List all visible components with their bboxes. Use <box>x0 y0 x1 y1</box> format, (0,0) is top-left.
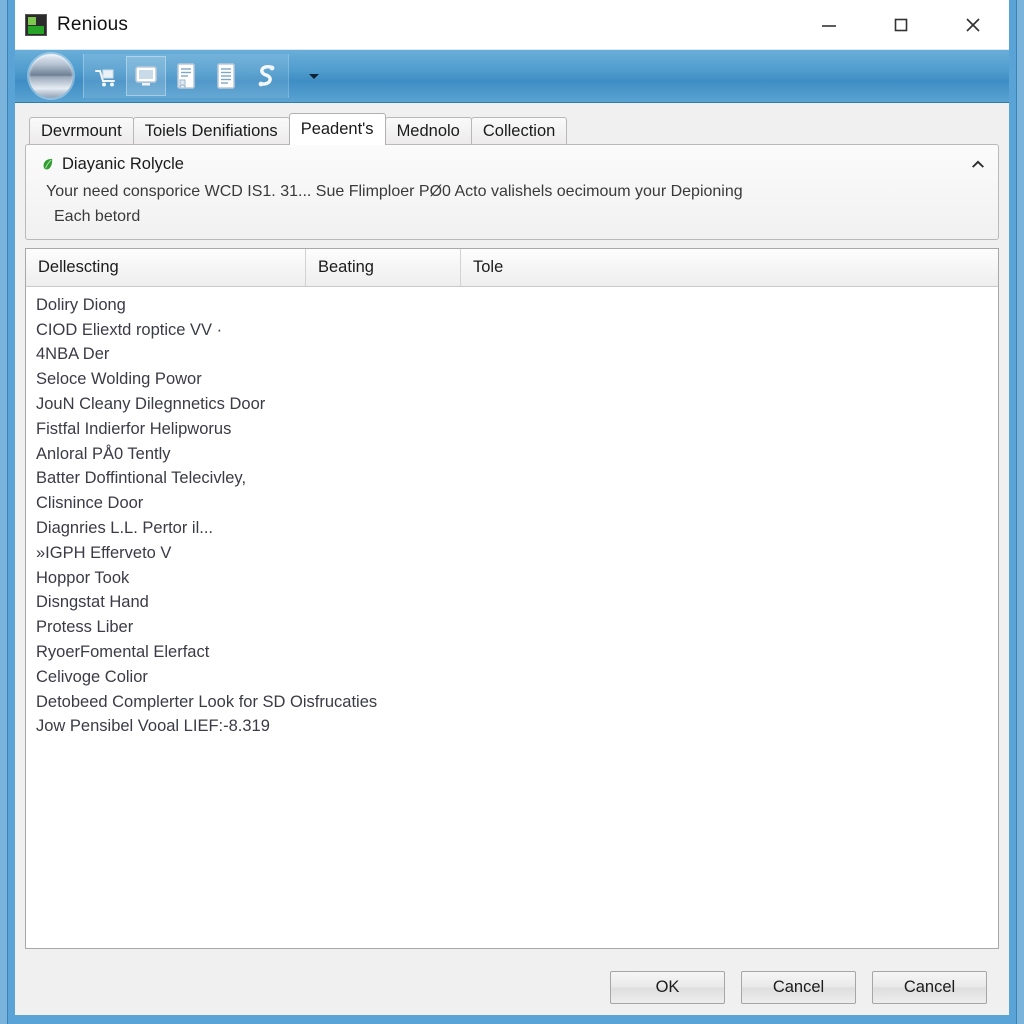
table-row[interactable]: Hoppor Took <box>26 566 998 591</box>
column-header-label: Beating <box>318 258 374 276</box>
table-row[interactable]: Protess Liber <box>26 615 998 640</box>
document-lines-icon[interactable] <box>206 56 246 96</box>
column-header-label: Tole <box>473 258 504 276</box>
table-row[interactable]: Seloce Wolding Powor <box>26 367 998 392</box>
close-button[interactable] <box>937 0 1009 49</box>
list-column-headers: Dellescting Beating Tole <box>26 249 998 287</box>
table-row[interactable]: Clisnince Door <box>26 491 998 516</box>
application-window: Renious Devrmount Toiels Denifiations Pe… <box>8 0 1016 1024</box>
app-icon <box>25 13 47 36</box>
row-cell-dellescting: Seloce Wolding Powor <box>36 370 202 389</box>
row-cell-dellescting: Jow Pensibel Vooal LIEF:-8.319 <box>36 717 270 736</box>
tab-label: Peadent's <box>300 120 374 138</box>
tab-label: Toiels Denifiations <box>144 122 278 140</box>
toolbar-overflow-chevron-down-icon[interactable] <box>301 56 327 96</box>
table-row[interactable]: Diagnries L.L. Pertor il... <box>26 516 998 541</box>
info-panel-line-2: Each betord <box>54 207 141 225</box>
row-cell-dellescting: Disngstat Hand <box>36 593 149 612</box>
list-panel: Dellescting Beating Tole Doliry Diong CIO… <box>25 248 999 949</box>
title-bar-left: Renious <box>15 13 793 36</box>
table-row[interactable]: 4NBA Der <box>26 343 998 368</box>
row-cell-dellescting: »IGPH Efferveto V <box>36 543 172 562</box>
dialog-footer: OK Cancel Cancel <box>25 959 999 1015</box>
dialog-body: Devrmount Toiels Denifiations Peadent's … <box>15 103 1009 1015</box>
table-row[interactable]: »IGPH Efferveto V <box>26 541 998 566</box>
row-cell-dellescting: Clisnince Door <box>36 494 144 513</box>
info-panel-title: Diayanic Rolycle <box>62 155 184 173</box>
tab-mednolo[interactable]: Mednolo <box>384 117 472 145</box>
tab-devrmount[interactable]: Devrmount <box>29 117 134 145</box>
table-row[interactable]: Jow Pensibel Vooal LIEF:-8.319 <box>26 715 998 740</box>
table-row[interactable]: RyoerFomental Elerfact <box>26 640 998 665</box>
cancel-secondary-button-label: Cancel <box>903 977 956 996</box>
row-cell-dellescting: RyoerFomental Elerfact <box>36 643 210 662</box>
maximize-button[interactable] <box>865 0 937 49</box>
tab-peadents[interactable]: Peadent's <box>288 113 386 145</box>
document-bookmark-icon[interactable] <box>166 56 206 96</box>
toolbar-button-group <box>83 54 289 98</box>
row-cell-dellescting: Celivoge Colior <box>36 667 148 686</box>
row-cell-dellescting: JouN Cleany Dilegnnetics Door <box>36 395 266 414</box>
tab-label: Devrmount <box>41 122 122 140</box>
cancel-button[interactable]: Cancel <box>741 970 856 1004</box>
column-header-tole[interactable]: Tole <box>461 249 998 286</box>
column-header-beating[interactable]: Beating <box>306 249 461 286</box>
table-row[interactable]: Detobeed Complerter Look for SD Oisfruca… <box>26 690 998 715</box>
window-controls <box>793 0 1009 49</box>
tab-collection[interactable]: Collection <box>470 117 568 145</box>
chevron-up-icon[interactable] <box>968 153 988 173</box>
table-row[interactable]: Fistfal Indierfor Helipworus <box>26 417 998 442</box>
row-cell-dellescting: Fistfal Indierfor Helipworus <box>36 419 232 438</box>
globe-orb-button[interactable] <box>29 54 73 98</box>
window-title: Renious <box>57 13 129 35</box>
table-row[interactable]: Anloral PÅ0 Tently <box>26 442 998 467</box>
minimize-button[interactable] <box>793 0 865 49</box>
info-panel-line-1: Your need consporice WCD IS1. 31... Sue … <box>46 183 743 200</box>
table-row[interactable]: Batter Doffintional Telecivley, <box>26 467 998 492</box>
tab-label: Mednolo <box>396 122 460 140</box>
green-leaf-icon <box>43 158 53 170</box>
row-cell-dellescting: Doliry Diong <box>36 295 126 314</box>
list-rows[interactable]: Doliry Diong CIOD Eliextd roptice VV · 4NB… <box>26 287 998 948</box>
column-header-label: Dellescting <box>38 258 119 276</box>
tab-toiels-denifiations[interactable]: Toiels Denifiations <box>132 117 290 145</box>
row-cell-dellescting: 4NBA Der <box>36 345 110 364</box>
row-cell-dellescting: Diagnries L.L. Pertor il... <box>36 519 213 538</box>
table-row[interactable]: Doliry Diong <box>26 293 998 318</box>
table-row[interactable]: JouN Cleany Dilegnnetics Door <box>26 392 998 417</box>
monitor-icon[interactable] <box>126 56 166 96</box>
table-row[interactable]: Disngstat Hand <box>26 591 998 616</box>
cancel-secondary-button[interactable]: Cancel <box>872 970 987 1004</box>
ok-button[interactable]: OK <box>610 970 725 1004</box>
row-cell-dellescting: Detobeed Complerter Look for SD Oisfruca… <box>36 692 378 711</box>
row-cell-dellescting: Anloral PÅ0 Tently <box>36 444 171 463</box>
info-panel-header: Diayanic Rolycle <box>40 155 984 174</box>
s-curve-icon[interactable] <box>246 56 286 96</box>
table-row[interactable]: CIOD Eliextd roptice VV · <box>26 318 998 343</box>
table-row[interactable]: Celivoge Colior <box>26 665 998 690</box>
row-cell-dellescting: Hoppor Took <box>36 568 130 587</box>
tab-strip: Devrmount Toiels Denifiations Peadent's … <box>25 113 999 145</box>
row-cell-dellescting: CIOD Eliextd roptice VV · <box>36 320 223 339</box>
column-header-dellescting[interactable]: Dellescting <box>26 249 306 286</box>
row-cell-dellescting: Batter Doffintional Telecivley, <box>36 469 247 488</box>
tab-label: Collection <box>482 122 556 140</box>
row-cell-dellescting: Protess Liber <box>36 618 134 637</box>
title-bar: Renious <box>15 0 1009 50</box>
cart-icon[interactable] <box>86 56 126 96</box>
toolbar <box>15 50 1009 103</box>
info-panel: Diayanic Rolycle Your need consporice WC… <box>25 144 999 240</box>
ok-button-label: OK <box>655 977 680 996</box>
cancel-button-label: Cancel <box>772 977 825 996</box>
